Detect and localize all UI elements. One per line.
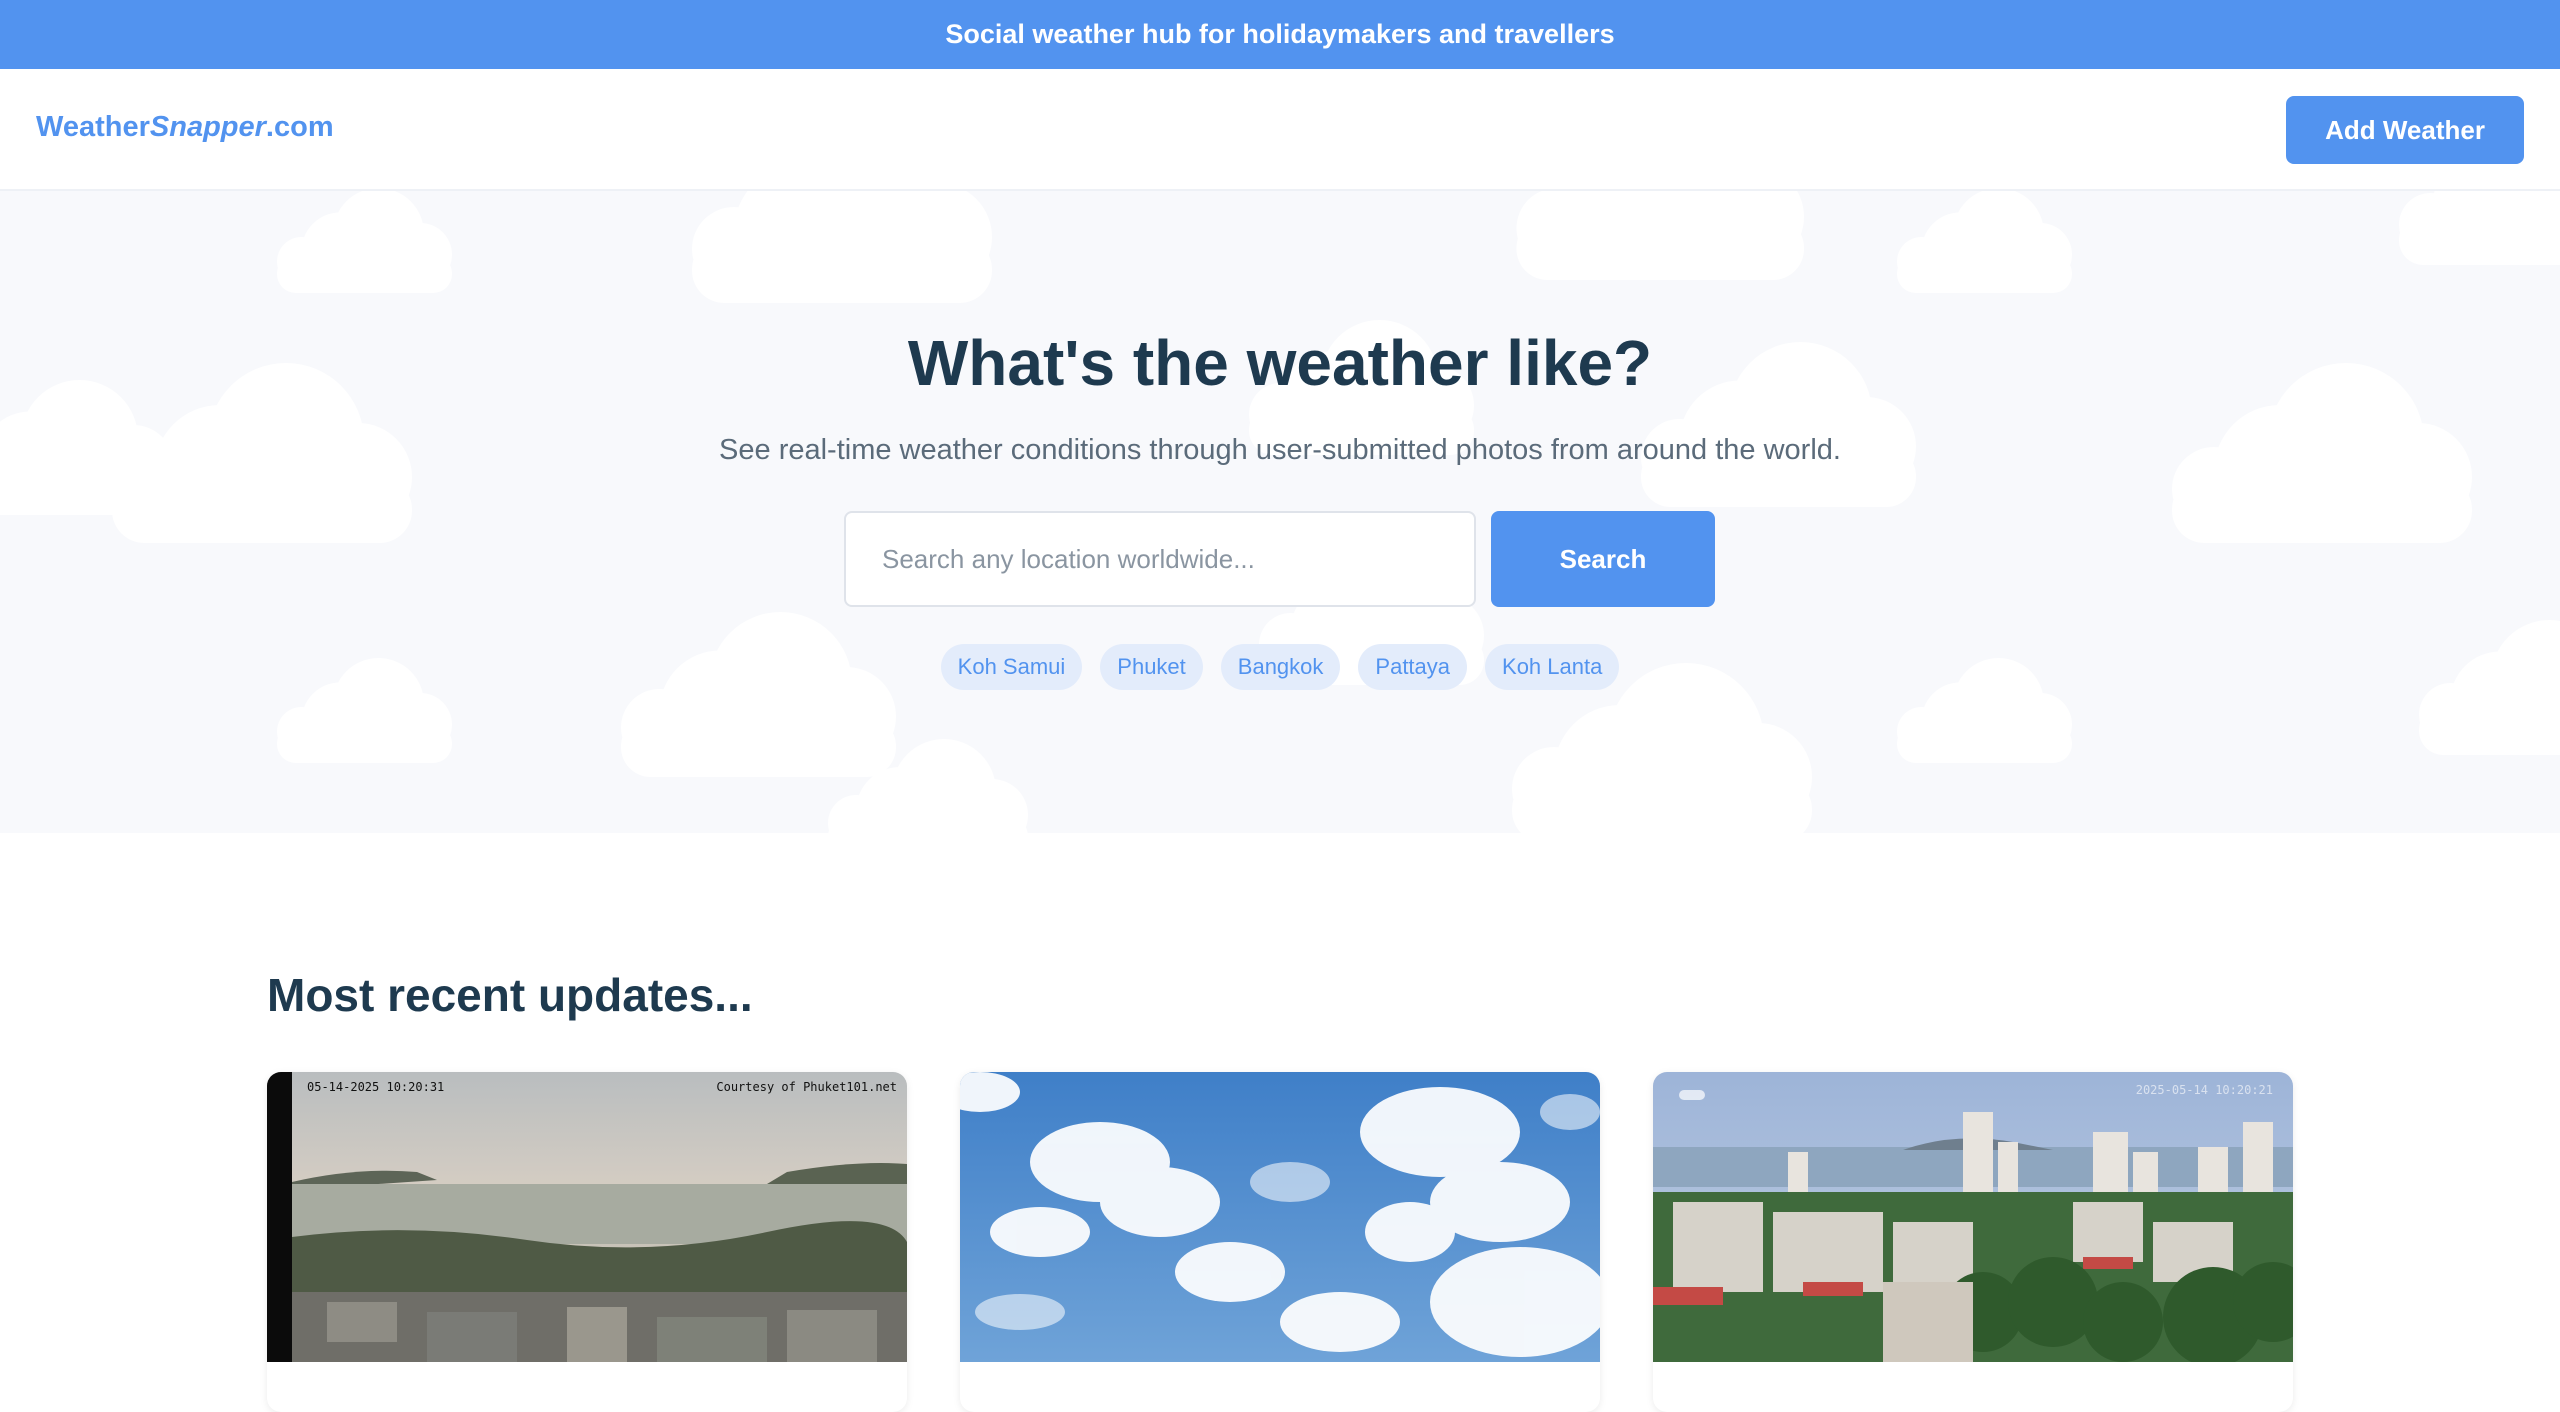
site-logo[interactable]: WeatherSnapper.com (36, 111, 334, 144)
hero-section: What's the weather like? See real-time w… (0, 191, 2560, 833)
add-weather-button[interactable]: Add Weather (2286, 96, 2524, 164)
weather-card-3[interactable]: 2025-05-14 10:20:21 (1653, 1072, 2293, 1412)
banner-text: Social weather hub for holidaymakers and… (945, 19, 1615, 49)
webcam-photo-beach: 05-14-2025 10:20:31 Courtesy of Phuket10… (267, 1072, 907, 1362)
tag-koh-samui[interactable]: Koh Samui (940, 644, 1083, 690)
search-button[interactable]: Search (1491, 511, 1715, 607)
hero-title: What's the weather like? (907, 327, 1653, 399)
announcement-banner: Social weather hub for holidaymakers and… (0, 0, 2560, 69)
weather-card-2[interactable] (960, 1072, 1600, 1412)
sky-photo-clouds (960, 1072, 1600, 1362)
tag-phuket[interactable]: Phuket (1100, 644, 1203, 690)
hero-subtitle: See real-time weather conditions through… (719, 434, 1841, 466)
tag-koh-lanta[interactable]: Koh Lanta (1485, 644, 1620, 690)
location-search-input[interactable] (844, 511, 1476, 607)
webcam-credit: Courtesy of Phuket101.net (716, 1080, 897, 1094)
tag-pattaya[interactable]: Pattaya (1358, 644, 1468, 690)
tag-bangkok[interactable]: Bangkok (1220, 644, 1341, 690)
quick-location-tags: Koh Samui Phuket Bangkok Pattaya Koh Lan… (0, 644, 2560, 690)
recent-updates-title: Most recent updates... (267, 969, 753, 1021)
city-photo-skyline: 2025-05-14 10:20:21 (1653, 1072, 2293, 1362)
weather-card-1[interactable]: 05-14-2025 10:20:31 Courtesy of Phuket10… (267, 1072, 907, 1412)
logo-prefix: Weather (36, 111, 150, 143)
logo-suffix: .com (265, 111, 334, 143)
webcam-timestamp: 2025-05-14 10:20:21 (2136, 1083, 2273, 1097)
webcam-timestamp: 05-14-2025 10:20:31 (307, 1080, 444, 1094)
logo-italic: Snapper (149, 111, 266, 143)
site-header: WeatherSnapper.com Add Weather (0, 69, 2560, 191)
